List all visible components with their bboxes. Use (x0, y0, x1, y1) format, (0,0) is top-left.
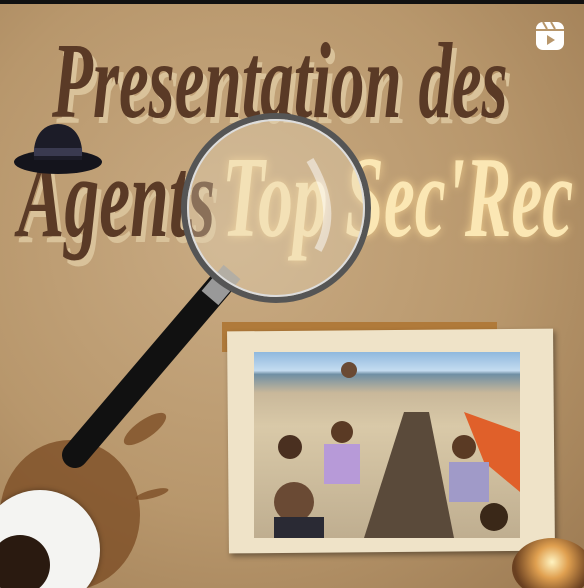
beach-group-photo-image (274, 362, 520, 538)
group-photo (254, 352, 520, 538)
reels-icon[interactable] (534, 20, 566, 52)
reel-thumbnail[interactable]: Presentation des Agents Top Sec'Rec (0, 0, 584, 588)
